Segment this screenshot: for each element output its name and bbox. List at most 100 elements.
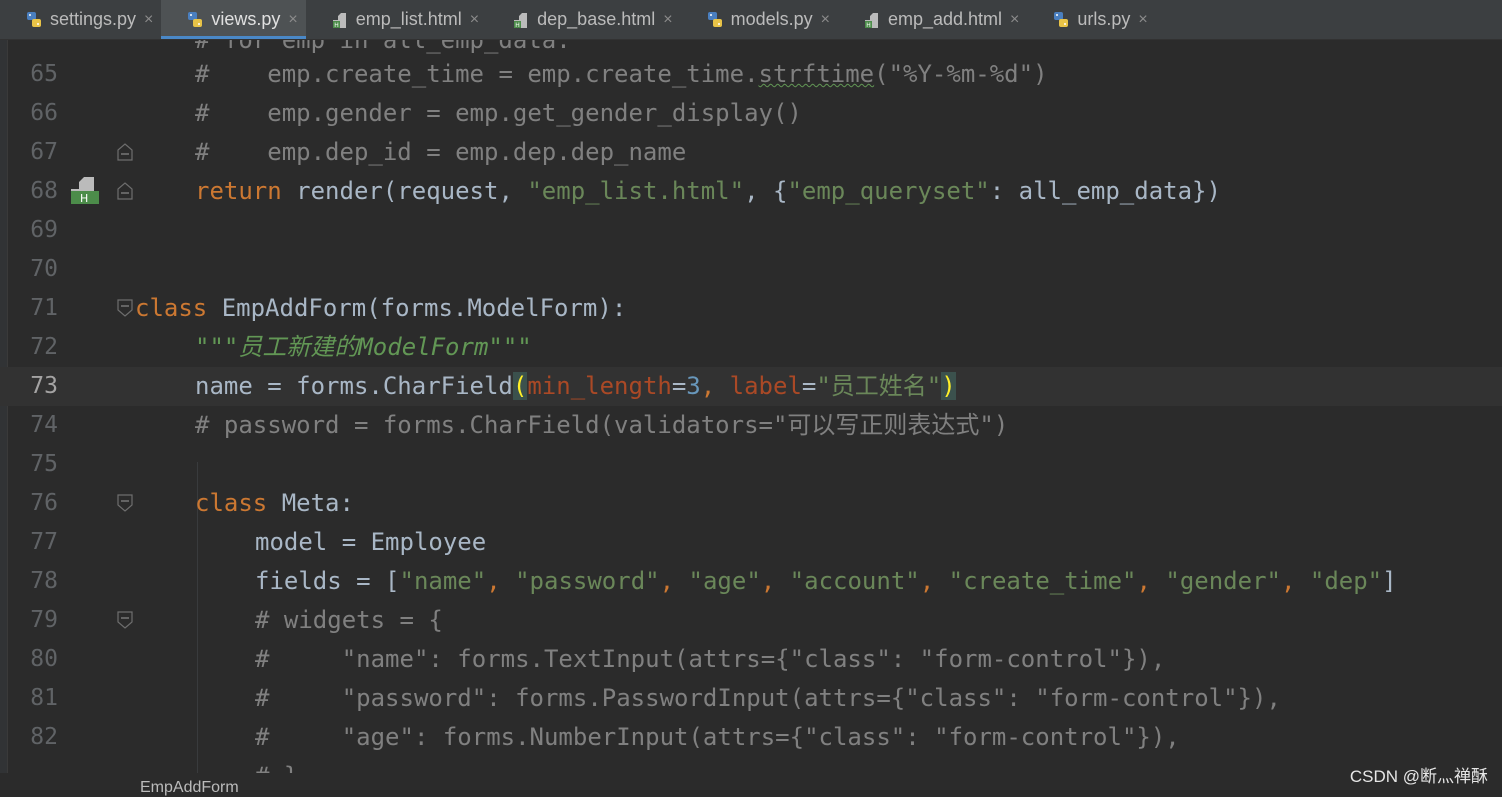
html-template-gutter-icon[interactable]: H <box>70 175 100 205</box>
code-token: , <box>919 567 949 595</box>
line-number: 70 <box>30 256 58 282</box>
html-file-icon: H <box>514 12 528 29</box>
tab-settings-py[interactable]: settings.py × <box>0 0 161 39</box>
code-token: = <box>801 372 817 400</box>
code-token: class <box>135 294 208 322</box>
line-number: 73 <box>30 373 58 399</box>
fold-start-icon[interactable] <box>117 299 133 317</box>
code-line: 70 <box>0 250 1502 289</box>
line-number: 71 <box>30 295 58 321</box>
code-token: "员工姓名" <box>816 372 942 400</box>
svg-text:H: H <box>866 22 871 29</box>
line-number: 78 <box>30 568 58 594</box>
close-tab-icon[interactable]: × <box>470 11 479 29</box>
tab-urls-py[interactable]: urls.py × <box>1027 0 1155 39</box>
python-file-icon <box>27 11 41 27</box>
code-line: 68 return render(request, "emp_list.html… <box>0 172 1502 211</box>
code-line: 82 # "age": forms.NumberInput(attrs={"cl… <box>0 718 1502 757</box>
tab-emp-add-html[interactable]: H emp_add.html × <box>838 0 1027 39</box>
tab-label: settings.py <box>50 9 137 29</box>
code-line: 79 # widgets = { <box>0 601 1502 640</box>
code-token: "account" <box>789 567 920 595</box>
line-number: 69 <box>30 217 58 243</box>
code-token: Meta: <box>267 489 354 517</box>
tab-label: dep_base.html <box>537 9 656 29</box>
code-token: # <box>195 138 210 166</box>
python-file-icon <box>1054 11 1069 27</box>
code-line: 75 <box>0 445 1502 484</box>
close-tab-icon[interactable]: × <box>288 11 297 29</box>
code-line: 69 <box>0 211 1502 250</box>
code-text: # "age": forms.NumberInput(attrs={"class… <box>255 723 1180 751</box>
line-number: 79 <box>30 607 58 633</box>
code-token: render(request, <box>281 177 528 205</box>
fold-end-icon[interactable] <box>117 182 133 200</box>
code-line: 74 # password = forms.CharField(validato… <box>0 406 1502 445</box>
python-file-icon <box>188 11 203 27</box>
line-number: 68 <box>30 178 58 204</box>
close-tab-icon[interactable]: × <box>1010 11 1019 29</box>
code-token: emp.gender = emp.get_gender_display() <box>209 99 802 127</box>
tab-views-py[interactable]: views.py × <box>161 0 307 39</box>
code-line: 78 fields = ["name", "password", "age", … <box>0 562 1502 601</box>
code-token: fields = [ <box>255 567 400 595</box>
line-number: 72 <box>30 334 58 360</box>
tab-label: emp_list.html <box>355 9 462 29</box>
svg-text:H: H <box>80 192 88 205</box>
code-token: "emp_queryset" <box>787 177 990 205</box>
code-line: 67 # emp.dep_id = emp.dep.dep_name <box>0 133 1502 172</box>
code-token: name = forms.CharField <box>195 372 513 400</box>
code-token: strftime <box>758 60 875 88</box>
html-file-icon: H <box>332 12 346 29</box>
code-text: return render(request, "emp_list.html", … <box>195 172 1221 211</box>
code-token: # <box>195 99 210 127</box>
code-token: return <box>195 177 282 205</box>
breadcrumb-bar: EmpAddForm <box>0 773 1502 796</box>
code-text: fields = ["name", "password", "age", "ac… <box>255 562 1397 601</box>
tab-models-py[interactable]: models.py × <box>681 0 838 39</box>
code-token: , <box>659 567 689 595</box>
tab-dep-base-html[interactable]: H dep_base.html × <box>487 0 680 39</box>
close-tab-icon[interactable]: × <box>821 11 830 29</box>
code-text: model = Employee <box>255 528 487 556</box>
line-number: 67 <box>30 139 58 165</box>
close-tab-icon[interactable]: × <box>1138 11 1147 29</box>
code-token: # <box>195 60 210 88</box>
code-token: ) <box>941 372 956 400</box>
code-line: 76 class Meta: <box>0 484 1502 523</box>
code-line: 66 # emp.gender = emp.get_gender_display… <box>0 94 1502 133</box>
fold-start-icon[interactable] <box>117 494 133 512</box>
fold-end-icon[interactable] <box>117 143 133 161</box>
line-number: 82 <box>30 724 58 750</box>
code-token: : all_emp_data}) <box>989 177 1221 205</box>
close-tab-icon[interactable]: × <box>663 11 672 29</box>
svg-text:H: H <box>334 22 339 29</box>
code-token: ] <box>1382 567 1397 595</box>
code-text: # "password": forms.PasswordInput(attrs=… <box>255 684 1281 712</box>
tab-label: urls.py <box>1077 9 1131 29</box>
code-token: , <box>700 372 730 400</box>
code-token: , <box>760 567 790 595</box>
code-token: "emp_list.html" <box>527 177 745 205</box>
code-token: label <box>729 372 802 400</box>
tab-emp-list-html[interactable]: H emp_list.html × <box>306 0 487 39</box>
code-line: 77 model = Employee <box>0 523 1502 562</box>
code-token: "create_time" <box>948 567 1137 595</box>
close-tab-icon[interactable]: × <box>144 11 153 29</box>
code-line: 72 """员工新建的ModelForm""" <box>0 328 1502 367</box>
line-number: 65 <box>30 61 58 87</box>
code-text: # emp.gender = emp.get_gender_display() <box>195 94 802 133</box>
code-line: 80 # "name": forms.TextInput(attrs={"cla… <box>0 640 1502 679</box>
python-file-icon <box>707 11 722 27</box>
fold-start-icon[interactable] <box>117 611 133 629</box>
code-token: "dep" <box>1309 567 1383 595</box>
code-editor[interactable]: # for emp in all_emp_data: 65 # emp.crea… <box>0 40 1502 773</box>
code-token: min_length <box>527 372 672 400</box>
code-token: , <box>486 567 516 595</box>
html-file-icon: H <box>864 12 878 29</box>
line-number: 76 <box>30 490 58 516</box>
watermark: CSDN @断灬禅酥 <box>1349 767 1488 786</box>
code-token: EmpAddForm(forms.ModelForm): <box>207 294 627 322</box>
breadcrumb[interactable]: EmpAddForm <box>140 779 239 797</box>
code-token: "gender" <box>1165 567 1281 595</box>
